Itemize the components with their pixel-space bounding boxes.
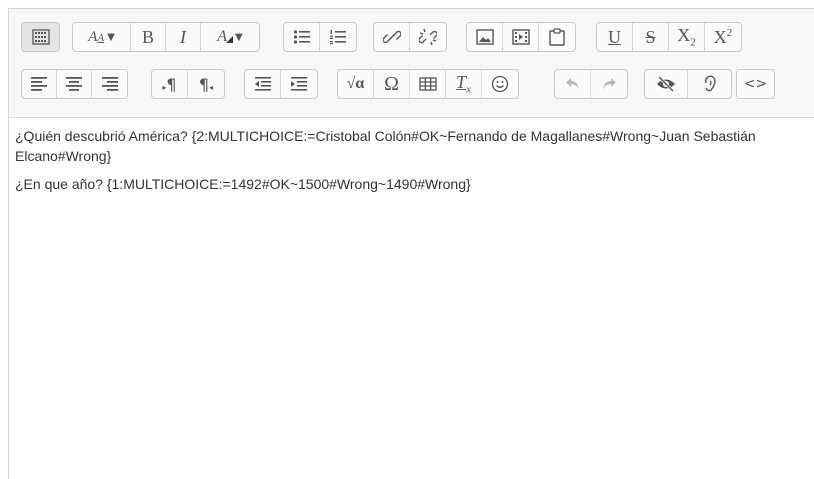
link-button[interactable] xyxy=(374,23,410,51)
html-group: <> xyxy=(736,69,775,99)
equation-button[interactable]: √α xyxy=(338,70,374,98)
eye-slash-icon xyxy=(657,76,675,92)
toolbar-toggle-icon xyxy=(31,29,50,45)
toolbar-toggle-group xyxy=(21,22,60,52)
font-color-button[interactable]: A ▼ xyxy=(201,23,259,51)
emoticon-button[interactable] xyxy=(482,70,518,98)
bullet-list-icon xyxy=(293,30,310,44)
superscript-button[interactable]: X2 xyxy=(705,23,741,51)
align-right-button[interactable] xyxy=(92,70,127,98)
insert-table-button[interactable] xyxy=(410,70,446,98)
link-icon xyxy=(382,30,401,44)
align-center-button[interactable] xyxy=(57,70,92,98)
media-group xyxy=(466,22,576,52)
ordered-list-button[interactable] xyxy=(320,23,356,51)
film-icon xyxy=(511,29,530,45)
question-paragraph-2: ¿En que año? {1:MULTICHOICE:=1492#OK~150… xyxy=(15,176,471,192)
clear-formatting-button[interactable]: Tx xyxy=(446,70,482,98)
image-icon xyxy=(475,29,494,45)
manage-files-button[interactable] xyxy=(539,23,575,51)
align-center-icon xyxy=(66,77,82,91)
link-group xyxy=(373,22,447,52)
direction-group: ▸¶ ¶◂ xyxy=(151,69,225,99)
font-size-icon: A A xyxy=(88,28,105,45)
font-size-button[interactable]: A A ▼ xyxy=(73,23,131,51)
align-left-button[interactable] xyxy=(22,70,57,98)
list-group xyxy=(283,22,357,52)
html-source-button[interactable]: <> xyxy=(737,70,774,98)
paragraph-ltr-icon: ▸¶ xyxy=(162,74,177,94)
ltr-button[interactable]: ▸¶ xyxy=(152,70,188,98)
indent-group xyxy=(244,69,318,99)
redo-button[interactable] xyxy=(591,70,627,98)
redo-icon xyxy=(603,78,616,90)
unlink-button[interactable] xyxy=(410,23,446,51)
bold-button[interactable]: B xyxy=(131,23,166,51)
unlink-icon xyxy=(419,28,437,46)
toolbar-toggle-button[interactable] xyxy=(22,23,59,51)
script-group: U S X2 X2 xyxy=(596,22,742,52)
outdent-icon xyxy=(254,77,271,91)
clear-formatting-icon: Tx xyxy=(456,72,471,96)
insert-image-button[interactable] xyxy=(467,23,503,51)
code-icon: <> xyxy=(743,76,768,92)
undo-button[interactable] xyxy=(555,70,591,98)
text-style-group: A A ▼ B I A ▼ xyxy=(72,22,260,52)
table-icon xyxy=(418,77,437,91)
insert-group: √α Ω Tx xyxy=(337,69,519,99)
unordered-list-button[interactable] xyxy=(284,23,320,51)
subscript-button[interactable]: X2 xyxy=(669,23,705,51)
superscript-icon: X2 xyxy=(713,26,733,47)
accessibility-checker-button[interactable] xyxy=(645,70,688,98)
text-editor: A A ▼ B I A ▼ U S X2 X2 ▸¶ ¶◂ √α Ω Tx <>… xyxy=(8,8,814,479)
undo-icon xyxy=(565,78,579,90)
underline-button[interactable]: U xyxy=(597,23,633,51)
screen-reader-helper-button[interactable] xyxy=(688,70,731,98)
insert-media-button[interactable] xyxy=(503,23,539,51)
special-character-button[interactable]: Ω xyxy=(374,70,410,98)
numbered-list-icon xyxy=(330,30,346,45)
paragraph-rtl-icon: ¶◂ xyxy=(198,74,214,94)
editor-toolbar: A A ▼ B I A ▼ U S X2 X2 ▸¶ ¶◂ √α Ω Tx <> xyxy=(9,9,814,118)
accessibility-group xyxy=(644,69,732,99)
smiley-icon xyxy=(491,75,509,93)
history-group xyxy=(554,69,628,99)
subscript-icon: X2 xyxy=(677,25,696,49)
question-paragraph-1: ¿Quién descubrió América? {2:MULTICHOICE… xyxy=(15,128,756,164)
align-right-icon xyxy=(101,77,118,91)
align-left-icon xyxy=(31,77,47,91)
font-color-icon: A xyxy=(217,28,234,46)
editor-content-area[interactable]: ¿Quién descubrió América? {2:MULTICHOICE… xyxy=(9,118,814,479)
clipboard-icon xyxy=(549,28,565,46)
indent-icon xyxy=(291,77,307,91)
dropdown-caret-icon: ▼ xyxy=(235,31,243,43)
indent-button[interactable] xyxy=(281,70,317,98)
ear-icon xyxy=(704,75,716,92)
align-group xyxy=(21,69,128,99)
italic-button[interactable]: I xyxy=(166,23,201,51)
rtl-button[interactable]: ¶◂ xyxy=(188,70,224,98)
outdent-button[interactable] xyxy=(245,70,281,98)
strikethrough-button[interactable]: S xyxy=(633,23,669,51)
dropdown-caret-icon: ▼ xyxy=(107,31,115,43)
